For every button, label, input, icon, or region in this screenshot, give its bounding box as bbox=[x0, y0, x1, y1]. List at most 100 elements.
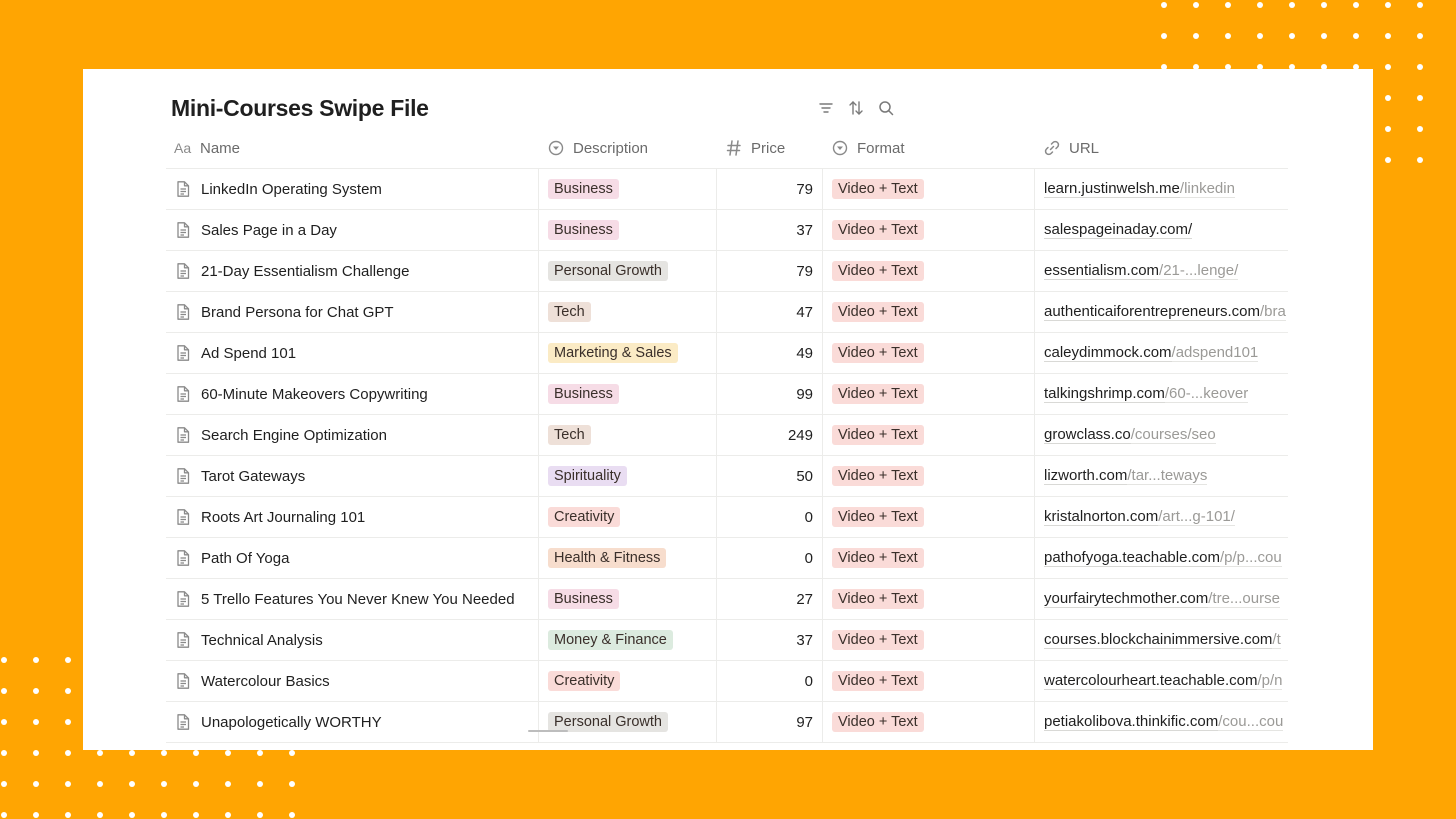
cell-description[interactable]: Spirituality bbox=[538, 456, 716, 496]
cell-description[interactable]: Tech bbox=[538, 415, 716, 455]
cell-price[interactable]: 50 bbox=[716, 456, 822, 496]
cell-format[interactable]: Video + Text bbox=[822, 292, 1034, 332]
cell-price[interactable]: 0 bbox=[716, 538, 822, 578]
cell-url[interactable]: courses.blockchainimmersive.com/t bbox=[1034, 620, 1288, 660]
filter-icon[interactable] bbox=[817, 99, 835, 117]
cell-format[interactable]: Video + Text bbox=[822, 456, 1034, 496]
table-row[interactable]: LinkedIn Operating System Business 79 Video… bbox=[166, 169, 1288, 210]
cell-format[interactable]: Video + Text bbox=[822, 415, 1034, 455]
cell-format[interactable]: Video + Text bbox=[822, 333, 1034, 373]
cell-description[interactable]: Creativity bbox=[538, 497, 716, 537]
table-row[interactable]: 5 Trello Features You Never Knew You Nee… bbox=[166, 579, 1288, 620]
table-row[interactable]: Ad Spend 101 Marketing & Sales 49 Video + T… bbox=[166, 333, 1288, 374]
table-row[interactable]: Tarot Gateways Spirituality 50 Video + Text… bbox=[166, 456, 1288, 497]
cell-url[interactable]: yourfairytechmother.com/tre...ourse bbox=[1034, 579, 1288, 619]
row-title[interactable]: Tarot Gateways bbox=[201, 468, 305, 485]
url-path[interactable]: /t bbox=[1272, 631, 1281, 649]
cell-name[interactable]: 21-Day Essentialism Challenge bbox=[166, 251, 538, 291]
row-title[interactable]: Path Of Yoga bbox=[201, 550, 289, 567]
cell-format[interactable]: Video + Text bbox=[822, 169, 1034, 209]
url-link[interactable]: essentialism.com bbox=[1044, 262, 1160, 280]
cell-url[interactable]: salespageinaday.com/ bbox=[1034, 210, 1288, 250]
table-row[interactable]: Brand Persona for Chat GPT Tech 47 Video + … bbox=[166, 292, 1288, 333]
column-header-format[interactable]: Format bbox=[822, 128, 1034, 168]
table-row[interactable]: Roots Art Journaling 101 Creativity 0 Video… bbox=[166, 497, 1288, 538]
cell-url[interactable]: lizworth.com/tar...teways bbox=[1034, 456, 1288, 496]
cell-format[interactable]: Video + Text bbox=[822, 251, 1034, 291]
cell-name[interactable]: Sales Page in a Day bbox=[166, 210, 538, 250]
url-path[interactable]: /p/p...cou bbox=[1219, 549, 1282, 567]
cell-description[interactable]: Business bbox=[538, 169, 716, 209]
row-title[interactable]: Unapologetically WORTHY bbox=[201, 714, 382, 731]
row-title[interactable]: LinkedIn Operating System bbox=[201, 181, 382, 198]
url-path[interactable]: /bra bbox=[1259, 303, 1286, 321]
cell-description[interactable]: Business bbox=[538, 579, 716, 619]
cell-price[interactable]: 79 bbox=[716, 251, 822, 291]
url-link[interactable]: caleydimmock.com bbox=[1044, 344, 1172, 362]
column-header-price[interactable]: Price bbox=[716, 128, 822, 168]
cell-description[interactable]: Marketing & Sales bbox=[538, 333, 716, 373]
cell-price[interactable]: 99 bbox=[716, 374, 822, 414]
cell-format[interactable]: Video + Text bbox=[822, 702, 1034, 742]
cell-name[interactable]: Watercolour Basics bbox=[166, 661, 538, 701]
cell-url[interactable]: caleydimmock.com/adspend101 bbox=[1034, 333, 1288, 373]
cell-price[interactable]: 249 bbox=[716, 415, 822, 455]
cell-format[interactable]: Video + Text bbox=[822, 620, 1034, 660]
table-row[interactable]: Technical Analysis Money & Finance 37 Video… bbox=[166, 620, 1288, 661]
cell-url[interactable]: petiakolibova.thinkific.com/cou...cou bbox=[1034, 702, 1288, 742]
cell-description[interactable]: Personal Growth bbox=[538, 251, 716, 291]
cell-name[interactable]: 5 Trello Features You Never Knew You Nee… bbox=[166, 579, 538, 619]
cell-name[interactable]: 60-Minute Makeovers Copywriting bbox=[166, 374, 538, 414]
url-path[interactable]: /p/n bbox=[1257, 672, 1283, 690]
row-title[interactable]: Watercolour Basics bbox=[201, 673, 330, 690]
row-title[interactable]: Brand Persona for Chat GPT bbox=[201, 304, 394, 321]
url-link[interactable]: kristalnorton.com bbox=[1044, 508, 1159, 526]
cell-price[interactable]: 49 bbox=[716, 333, 822, 373]
cell-url[interactable]: growclass.co/courses/seo bbox=[1034, 415, 1288, 455]
url-path[interactable]: /tre...ourse bbox=[1208, 590, 1280, 608]
cell-name[interactable]: Unapologetically WORTHY bbox=[166, 702, 538, 742]
cell-description[interactable]: Business bbox=[538, 210, 716, 250]
url-path[interactable]: /cou...cou bbox=[1218, 713, 1284, 731]
url-link[interactable]: petiakolibova.thinkific.com bbox=[1044, 713, 1219, 731]
cell-url[interactable]: learn.justinwelsh.me/linkedin bbox=[1034, 169, 1288, 209]
cell-price[interactable]: 0 bbox=[716, 661, 822, 701]
cell-url[interactable]: talkingshrimp.com/60-...keover bbox=[1034, 374, 1288, 414]
row-title[interactable]: 5 Trello Features You Never Knew You Nee… bbox=[201, 591, 515, 608]
cell-price[interactable]: 79 bbox=[716, 169, 822, 209]
row-title[interactable]: Sales Page in a Day bbox=[201, 222, 337, 239]
url-link[interactable]: watercolourheart.teachable.com bbox=[1044, 672, 1258, 690]
column-header-url[interactable]: URL bbox=[1034, 128, 1288, 168]
row-title[interactable]: Roots Art Journaling 101 bbox=[201, 509, 365, 526]
cell-format[interactable]: Video + Text bbox=[822, 210, 1034, 250]
url-path[interactable]: /linkedin bbox=[1179, 180, 1235, 198]
table-row[interactable]: Sales Page in a Day Business 37 Video + Tex… bbox=[166, 210, 1288, 251]
cell-url[interactable]: pathofyoga.teachable.com/p/p...cou bbox=[1034, 538, 1288, 578]
cell-price[interactable]: 97 bbox=[716, 702, 822, 742]
url-path[interactable]: /60-...keover bbox=[1164, 385, 1249, 403]
cell-format[interactable]: Video + Text bbox=[822, 579, 1034, 619]
column-header-name[interactable]: Aa Name bbox=[166, 128, 538, 168]
url-link[interactable]: growclass.co bbox=[1044, 426, 1131, 444]
cell-url[interactable]: watercolourheart.teachable.com/p/n bbox=[1034, 661, 1288, 701]
url-link[interactable]: courses.blockchainimmersive.com bbox=[1044, 631, 1273, 649]
cell-price[interactable]: 47 bbox=[716, 292, 822, 332]
cell-url[interactable]: kristalnorton.com/art...g-101/ bbox=[1034, 497, 1288, 537]
url-path[interactable]: /courses/seo bbox=[1130, 426, 1216, 444]
cell-price[interactable]: 0 bbox=[716, 497, 822, 537]
cell-description[interactable]: Money & Finance bbox=[538, 620, 716, 660]
row-title[interactable]: 21-Day Essentialism Challenge bbox=[201, 263, 409, 280]
url-link[interactable]: lizworth.com bbox=[1044, 467, 1128, 485]
url-link[interactable]: yourfairytechmother.com bbox=[1044, 590, 1209, 608]
cell-description[interactable]: Tech bbox=[538, 292, 716, 332]
table-row[interactable]: Path Of Yoga Health & Fitness 0 Video + Tex… bbox=[166, 538, 1288, 579]
cell-url[interactable]: authenticaiforentrepreneurs.com/bra bbox=[1034, 292, 1288, 332]
cell-name[interactable]: Technical Analysis bbox=[166, 620, 538, 660]
url-path[interactable]: /tar...teways bbox=[1127, 467, 1208, 485]
url-path[interactable]: /adspend101 bbox=[1171, 344, 1259, 362]
cell-price[interactable]: 27 bbox=[716, 579, 822, 619]
table-row[interactable]: Unapologetically WORTHY Personal Growth 97… bbox=[166, 702, 1288, 743]
cell-url[interactable]: essentialism.com/21-...lenge/ bbox=[1034, 251, 1288, 291]
cell-format[interactable]: Video + Text bbox=[822, 497, 1034, 537]
cell-name[interactable]: LinkedIn Operating System bbox=[166, 169, 538, 209]
